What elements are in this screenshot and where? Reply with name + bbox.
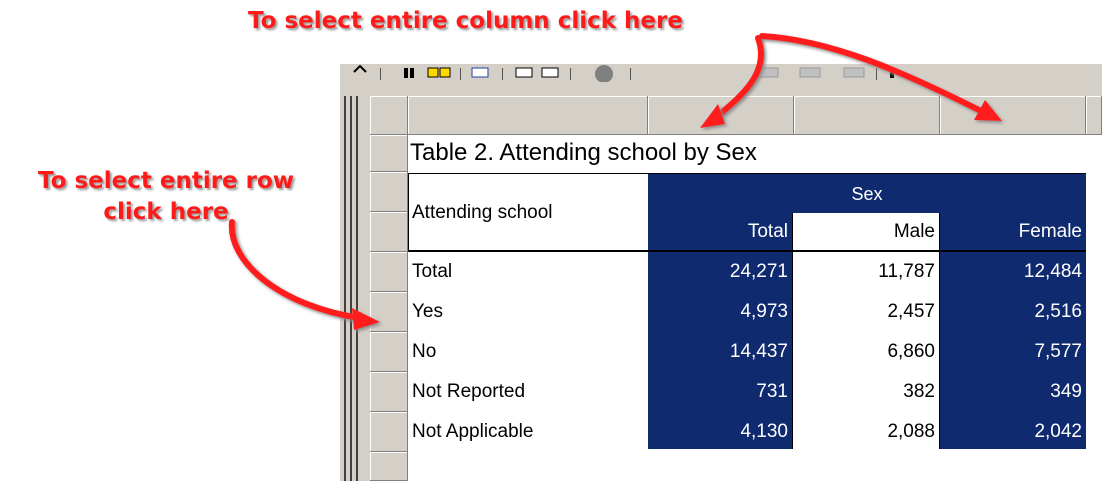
arrow-to-column-b (709, 35, 765, 123)
arrow-to-column-e (759, 33, 988, 116)
annotation-arrows (228, 33, 1002, 330)
arrowhead-icon (700, 104, 725, 128)
arrowhead-icon (352, 308, 380, 330)
arrow-to-row-header (228, 219, 363, 321)
